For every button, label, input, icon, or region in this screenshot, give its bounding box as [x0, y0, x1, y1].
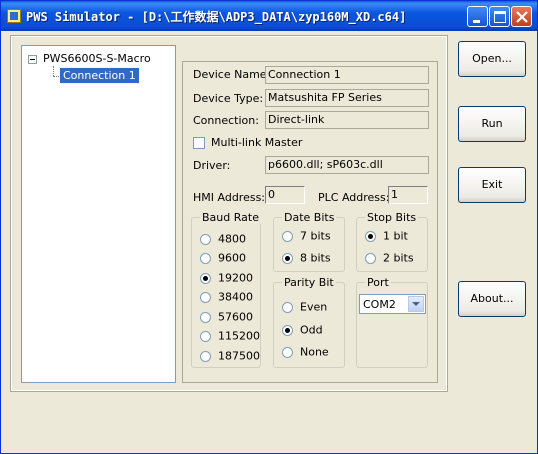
app-icon[interactable] [7, 9, 21, 23]
window-title: PWS Simulator - [D:\工作数据\ADP3_DATA\zyp16… [26, 10, 407, 24]
radio-button[interactable] [282, 301, 293, 313]
multilink-master-label: Multi-link Master [211, 136, 303, 149]
date-bits-title: Date Bits [282, 211, 337, 224]
maximize-button[interactable] [489, 6, 510, 27]
date-bits-option-7[interactable]: 7 bits [282, 229, 331, 243]
parity-bit-group: Parity Bit Even Odd None [273, 276, 345, 368]
connection-field[interactable]: Direct-link [265, 111, 429, 129]
baud-rate-option-115200[interactable]: 115200 [200, 329, 260, 343]
radio-button-selected[interactable] [282, 324, 293, 336]
baud-rate-option-label: 115200 [218, 329, 260, 343]
run-button[interactable]: Run [458, 106, 526, 142]
exit-button[interactable]: Exit [458, 167, 526, 203]
device-type-label: Device Type: [193, 92, 264, 105]
device-name-label: Device Name: [193, 68, 271, 81]
baud-rate-option-9600[interactable]: 9600 [200, 251, 246, 265]
date-bits-option-label: 8 bits [300, 251, 331, 265]
tree-root-item[interactable]: PWS6600S-S-Macro [43, 52, 151, 65]
baud-rate-option-label: 38400 [218, 290, 253, 304]
baud-rate-option-19200[interactable]: 19200 [200, 271, 253, 285]
radio-button[interactable] [200, 311, 211, 323]
parity-bit-title: Parity Bit [282, 276, 336, 289]
main-window: PWS Simulator - [D:\工作数据\ADP3_DATA\zyp16… [0, 0, 538, 454]
radio-button[interactable] [200, 252, 211, 264]
parity-option-none[interactable]: None [282, 345, 329, 359]
baud-rate-option-38400[interactable]: 38400 [200, 290, 253, 304]
radio-button[interactable] [365, 252, 376, 264]
plc-address-field[interactable]: 1 [388, 186, 428, 204]
about-button[interactable]: About... [458, 281, 526, 317]
minimize-icon [473, 20, 480, 23]
radio-button[interactable] [200, 233, 211, 245]
baud-rate-option-4800[interactable]: 4800 [200, 232, 246, 246]
tree-collapse-toggle[interactable] [28, 55, 37, 64]
chevron-down-icon [412, 302, 420, 306]
device-name-field[interactable]: Connection 1 [265, 66, 429, 84]
radio-button-selected[interactable] [282, 252, 293, 264]
close-button[interactable] [511, 6, 532, 27]
radio-button-selected[interactable] [365, 230, 376, 242]
baud-rate-option-label: 57600 [218, 310, 253, 324]
date-bits-option-label: 7 bits [300, 229, 331, 243]
parity-option-even[interactable]: Even [282, 300, 327, 314]
tree-connector [53, 66, 54, 76]
baud-rate-group: Baud Rate 4800 9600 19200 38400 57600 11… [191, 211, 261, 368]
connection-label: Connection: [193, 114, 259, 127]
radio-button-selected[interactable] [200, 272, 211, 284]
close-icon [516, 11, 528, 23]
parity-option-label: None [300, 345, 329, 359]
title-bar[interactable]: PWS Simulator - [D:\工作数据\ADP3_DATA\zyp16… [1, 1, 537, 31]
radio-button[interactable] [200, 330, 211, 342]
driver-field[interactable]: p6600.dll; sP603c.dll [265, 156, 429, 174]
dropdown-button[interactable] [408, 296, 424, 312]
parity-option-odd[interactable]: Odd [282, 323, 323, 337]
device-type-field[interactable]: Matsushita FP Series [265, 89, 429, 107]
maximize-icon [494, 11, 506, 23]
radio-button[interactable] [282, 230, 293, 242]
baud-rate-option-label: 9600 [218, 251, 246, 265]
stop-bits-option-label: 2 bits [383, 251, 414, 265]
date-bits-option-8[interactable]: 8 bits [282, 251, 331, 265]
baud-rate-option-label: 19200 [218, 271, 253, 285]
hmi-address-label: HMI Address: [193, 191, 266, 204]
stop-bits-option-1[interactable]: 1 bit [365, 229, 408, 243]
stop-bits-title: Stop Bits [365, 211, 419, 224]
radio-button[interactable] [200, 350, 211, 362]
stop-bits-option-2[interactable]: 2 bits [365, 251, 414, 265]
multilink-master-checkbox[interactable] [193, 137, 205, 149]
open-button[interactable]: Open... [458, 41, 526, 77]
driver-label: Driver: [193, 159, 231, 172]
connection-tree[interactable]: PWS6600S-S-Macro Connection 1 [21, 45, 176, 383]
radio-button[interactable] [282, 346, 293, 358]
hmi-address-field[interactable]: 0 [265, 186, 305, 204]
stop-bits-group: Stop Bits 1 bit 2 bits [356, 211, 428, 272]
baud-rate-option-187500[interactable]: 187500 [200, 349, 260, 363]
port-select[interactable]: COM2 [359, 294, 426, 314]
minimize-button[interactable] [467, 6, 488, 27]
parity-option-label: Even [300, 300, 328, 314]
stop-bits-option-label: 1 bit [383, 229, 408, 243]
radio-button[interactable] [200, 291, 211, 303]
baud-rate-option-label: 187500 [218, 349, 260, 363]
baud-rate-option-label: 4800 [218, 232, 246, 246]
tree-item-connection-1[interactable]: Connection 1 [59, 67, 140, 84]
date-bits-group: Date Bits 7 bits 8 bits [273, 211, 345, 272]
baud-rate-option-57600[interactable]: 57600 [200, 310, 253, 324]
parity-option-label: Odd [300, 323, 323, 337]
port-selected-value: COM2 [363, 298, 396, 311]
port-title: Port [365, 276, 391, 289]
baud-rate-title: Baud Rate [200, 211, 261, 224]
plc-address-label: PLC Address: [318, 191, 390, 204]
